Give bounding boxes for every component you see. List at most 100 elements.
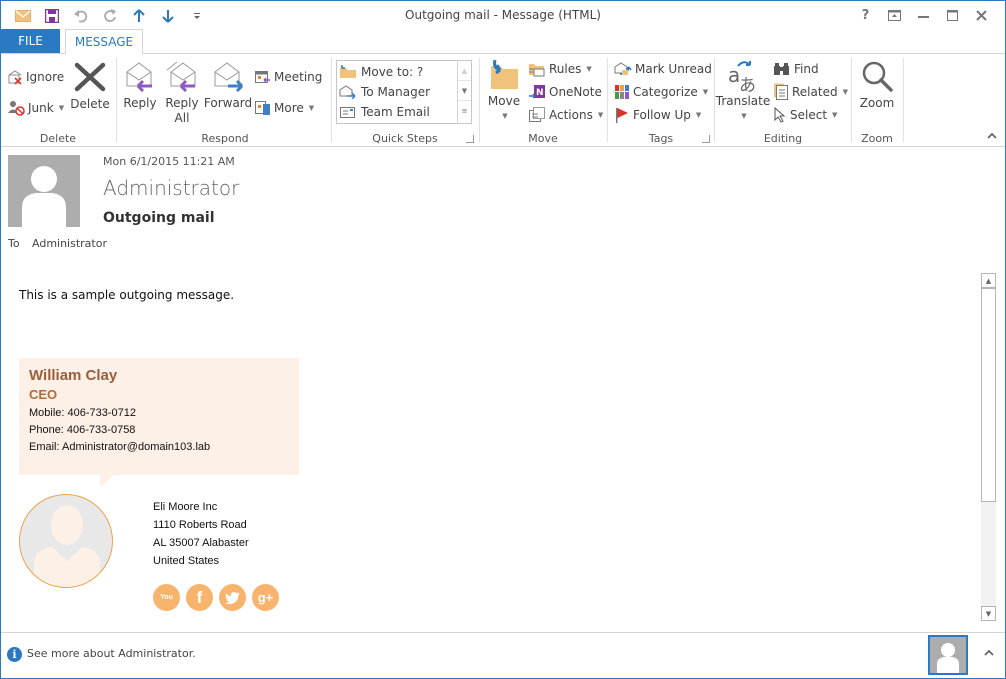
related-button[interactable]: Related ▼ xyxy=(773,82,848,102)
group-label-editing: Editing xyxy=(763,132,803,145)
help-icon: ? xyxy=(861,7,870,23)
tab-file[interactable]: FILE xyxy=(1,29,60,53)
people-pane-text[interactable]: See more about Administrator. xyxy=(27,647,196,660)
info-icon: i xyxy=(7,647,22,662)
meeting-button[interactable]: Meeting xyxy=(255,67,322,87)
junk-dropdown-icon: ▼ xyxy=(58,104,65,112)
quick-steps-expand-icon[interactable]: ≡ xyxy=(458,101,471,121)
follow-up-flag-icon xyxy=(614,107,630,123)
delete-icon xyxy=(74,62,106,92)
onenote-button[interactable]: N OneNote xyxy=(528,82,602,102)
signature-card-tail xyxy=(100,475,114,487)
reply-icon xyxy=(124,60,156,92)
signature-country: United States xyxy=(153,555,220,567)
group-label-move: Move xyxy=(528,132,558,145)
rules-button[interactable]: Rules ▼ xyxy=(528,59,592,79)
svg-text:あ: あ xyxy=(739,76,756,92)
twitter-icon[interactable] xyxy=(219,584,246,611)
maximize-button[interactable] xyxy=(938,5,967,25)
rules-icon xyxy=(528,61,546,77)
select-dropdown-icon: ▼ xyxy=(832,111,838,119)
people-pane-divider xyxy=(1,632,1005,633)
related-icon xyxy=(773,83,789,101)
facebook-icon[interactable]: f xyxy=(186,584,213,611)
group-label-respond: Respond xyxy=(201,132,249,145)
collapse-ribbon-icon[interactable] xyxy=(987,131,997,142)
forward-button[interactable]: Forward xyxy=(204,60,252,111)
tab-message[interactable]: MESSAGE xyxy=(65,29,143,54)
quick-steps-scroll-up-icon[interactable]: ▲ xyxy=(458,61,471,81)
quick-steps-scroll-down-icon[interactable]: ▼ xyxy=(458,81,471,101)
group-label-delete: Delete xyxy=(39,132,77,145)
forward-icon xyxy=(212,60,244,92)
people-pane-expand-icon[interactable] xyxy=(984,648,994,659)
signature-title: CEO xyxy=(29,387,58,402)
signature-name: William Clay xyxy=(29,367,118,384)
tags-dialog-launcher[interactable] xyxy=(702,135,710,143)
person-placeholder-icon xyxy=(937,643,959,673)
signature-city: AL 35007 Alabaster xyxy=(153,537,249,549)
group-separator xyxy=(903,58,904,142)
meeting-icon xyxy=(255,70,271,84)
title-bar: Outgoing mail - Message (HTML) ? xyxy=(0,0,1006,30)
scroll-up-icon[interactable]: ▲ xyxy=(981,273,996,288)
find-button[interactable]: Find xyxy=(773,59,819,79)
scroll-down-icon[interactable]: ▼ xyxy=(981,606,996,621)
more-dropdown-icon: ▼ xyxy=(308,104,315,112)
ribbon-display-options-button[interactable] xyxy=(880,5,909,25)
mark-unread-button[interactable]: Mark Unread xyxy=(614,59,712,79)
reply-button[interactable]: Reply xyxy=(121,60,159,111)
minimize-button[interactable] xyxy=(909,5,938,25)
window-controls: ? xyxy=(851,5,996,25)
zoom-button[interactable]: Zoom xyxy=(856,60,898,111)
select-button[interactable]: Select ▼ xyxy=(773,105,837,125)
actions-button[interactable]: Actions ▼ xyxy=(528,105,603,125)
to-manager-icon xyxy=(339,85,357,99)
quick-steps-dialog-launcher[interactable] xyxy=(466,135,474,143)
people-pane-avatar[interactable] xyxy=(928,635,968,675)
translate-dropdown-icon: ▼ xyxy=(741,112,747,120)
youtube-icon[interactable]: You xyxy=(153,584,180,611)
more-respond-button[interactable]: More ▼ xyxy=(255,98,314,118)
junk-icon xyxy=(7,100,25,116)
follow-up-button[interactable]: Follow Up ▼ xyxy=(614,105,701,125)
google-plus-icon[interactable]: g+ xyxy=(252,584,279,611)
follow-up-dropdown-icon: ▼ xyxy=(695,111,702,119)
to-label: To xyxy=(8,237,20,250)
message-sender[interactable]: Administrator xyxy=(103,176,239,200)
reply-all-button[interactable]: Reply All xyxy=(163,60,201,126)
message-scrollbar[interactable]: ▲ ▼ xyxy=(981,273,996,621)
close-icon xyxy=(976,9,987,21)
categorize-button[interactable]: Categorize ▼ xyxy=(614,82,708,102)
related-dropdown-icon: ▼ xyxy=(842,88,848,96)
junk-button[interactable]: Junk ▼ xyxy=(7,98,64,118)
close-button[interactable] xyxy=(967,5,996,25)
select-cursor-icon xyxy=(773,107,787,123)
to-recipient[interactable]: Administrator xyxy=(32,237,107,250)
signature-avatar xyxy=(19,494,113,588)
quick-step-team-email[interactable]: Team Email xyxy=(339,102,430,122)
quick-step-to-manager[interactable]: To Manager xyxy=(339,82,430,102)
delete-button[interactable]: Delete xyxy=(70,62,110,112)
translate-button[interactable]: aあ Translate ▼ xyxy=(716,60,770,124)
sender-avatar[interactable] xyxy=(8,155,80,227)
move-button[interactable]: Move ▼ xyxy=(484,60,524,124)
quick-step-move-to[interactable]: Move to: ? xyxy=(339,62,423,82)
group-move: Move ▼ Rules ▼ N OneNote Actions ▼ Move xyxy=(480,58,606,146)
actions-icon xyxy=(528,107,546,123)
scrollbar-thumb[interactable] xyxy=(981,288,996,502)
group-label-zoom: Zoom xyxy=(861,132,893,145)
find-binoculars-icon xyxy=(773,62,791,76)
group-tags: Mark Unread Categorize ▼ Follow Up ▼ Tag… xyxy=(608,58,714,146)
quick-steps-scrollbar[interactable]: ▲ ▼ ≡ xyxy=(457,61,471,123)
team-email-icon xyxy=(339,105,357,119)
move-folder-icon xyxy=(488,60,520,90)
actions-dropdown-icon: ▼ xyxy=(597,111,604,119)
group-quick-steps: Move to: ? To Manager Team Email ▲ ▼ ≡ Q… xyxy=(332,58,478,146)
translate-icon: aあ xyxy=(726,60,760,92)
signature-email[interactable]: Email: Administrator@domain103.lab xyxy=(29,441,289,453)
signature-mobile: Mobile: 406-733-0712 xyxy=(29,407,137,419)
reply-all-icon xyxy=(165,60,199,92)
ignore-button[interactable]: Ignore xyxy=(7,67,64,87)
help-button[interactable]: ? xyxy=(851,5,880,25)
